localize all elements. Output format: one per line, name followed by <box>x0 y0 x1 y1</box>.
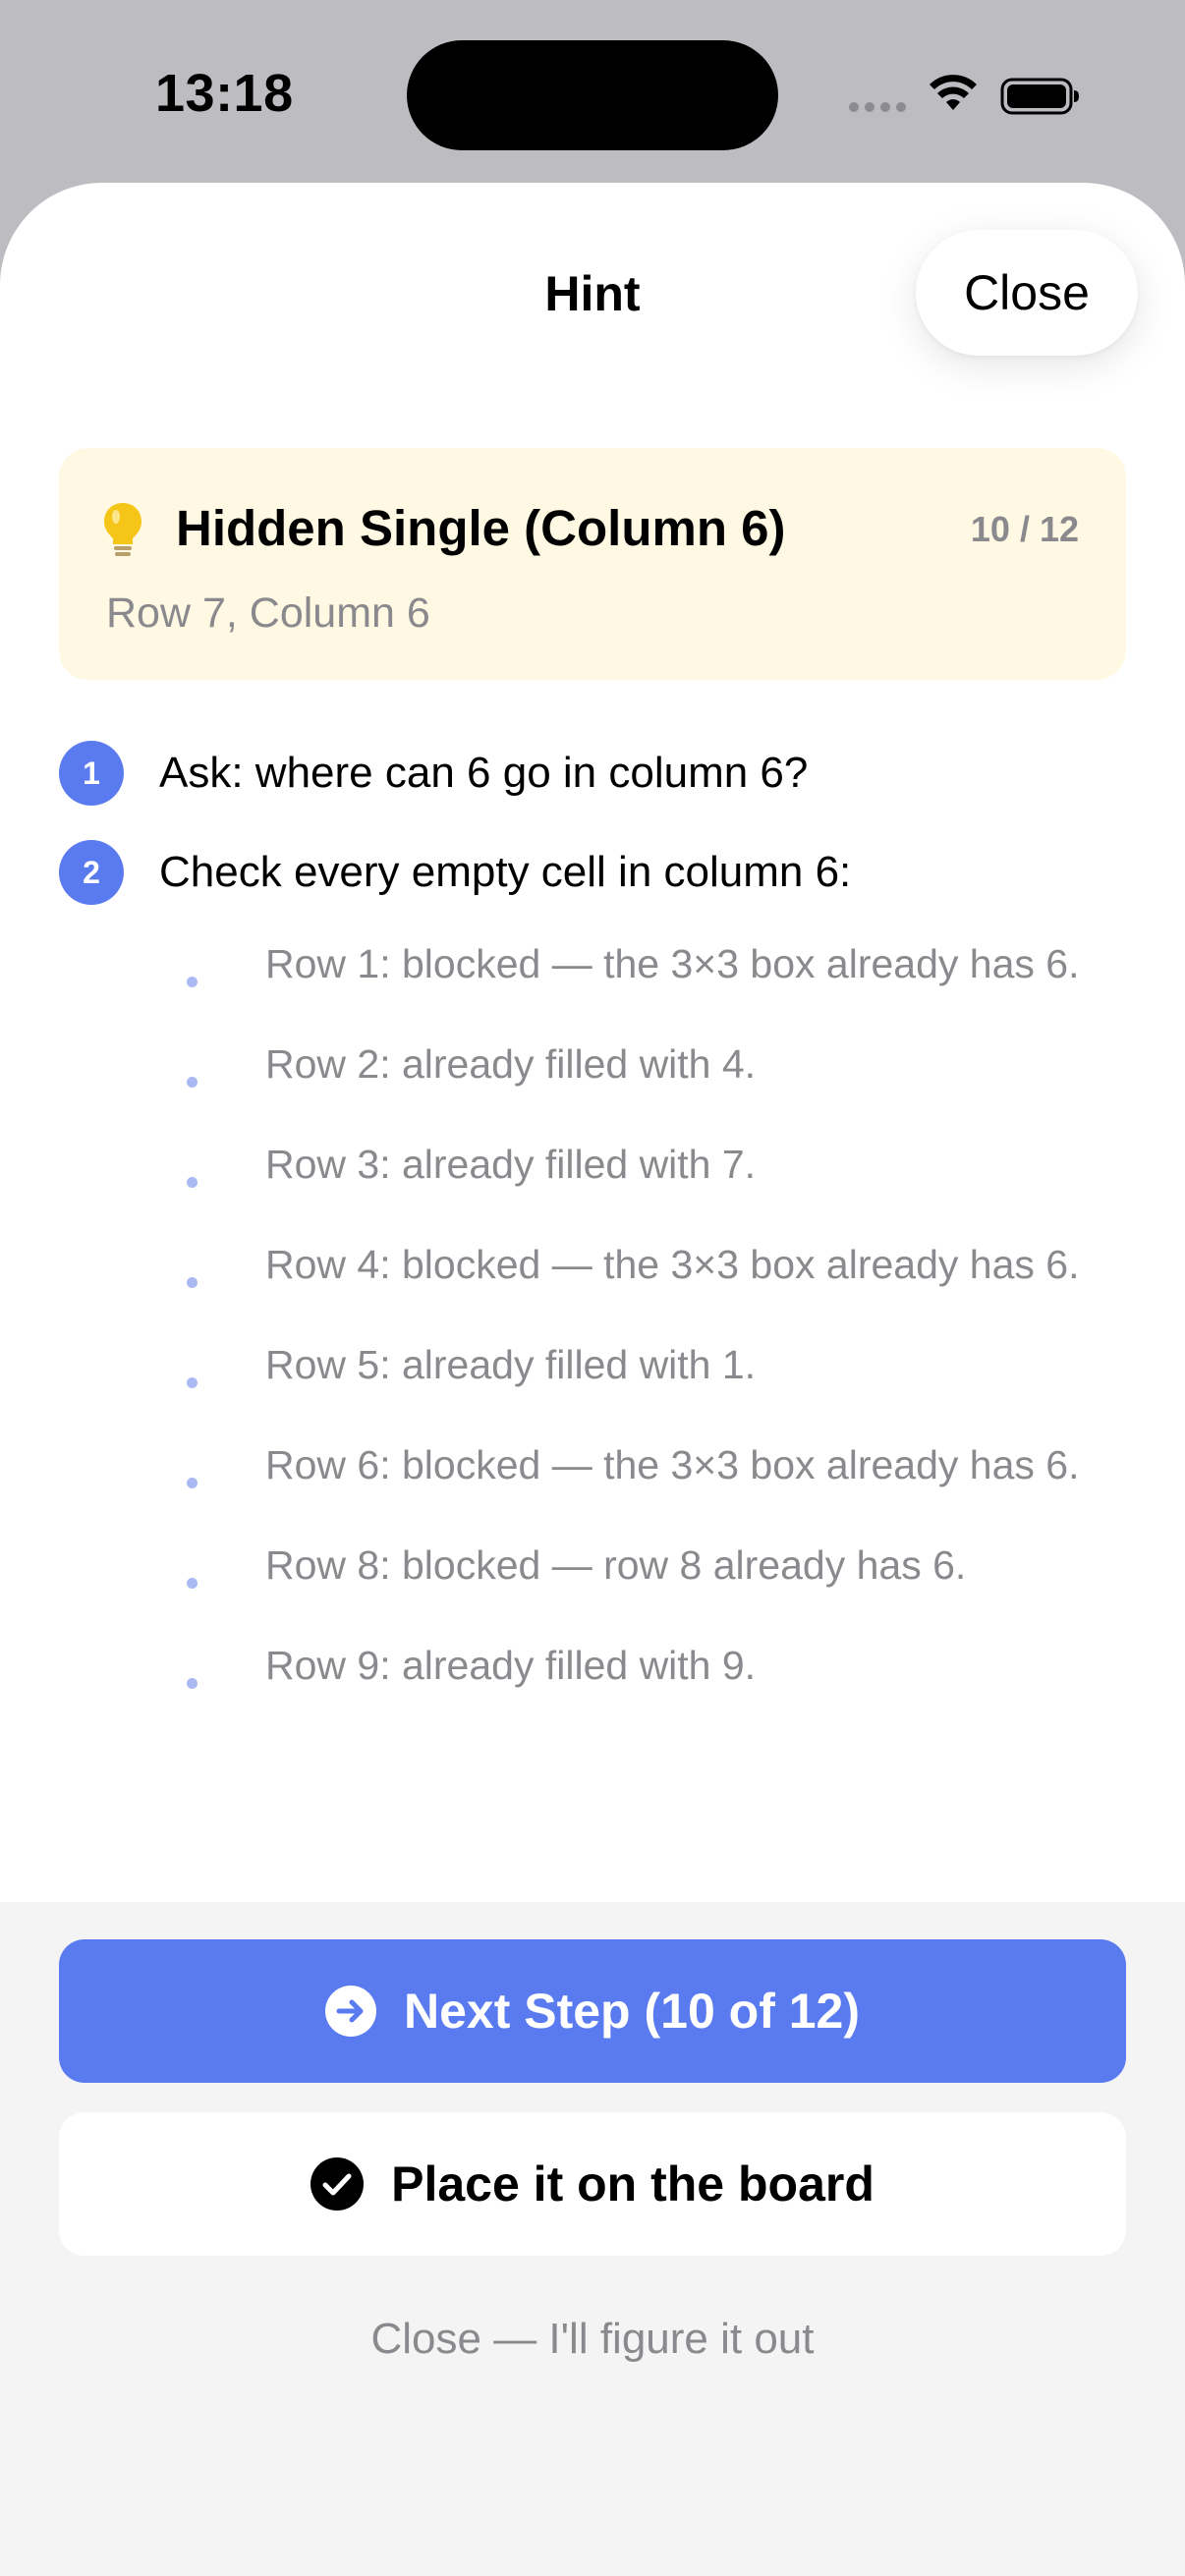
bullet-icon <box>187 1077 198 1088</box>
hint-card: Hidden Single (Column 6) 10 / 12 Row 7, … <box>59 448 1126 680</box>
hint-technique-title: Hidden Single (Column 6) <box>176 500 786 556</box>
close-button[interactable]: Close <box>916 230 1138 356</box>
bullet-icon <box>187 1277 198 1288</box>
sub-item: Row 1: blocked — the 3×3 box already has… <box>187 941 1130 1000</box>
sub-item-text: Row 8: blocked — row 8 already has 6. <box>265 1542 967 1588</box>
status-time: 13:18 <box>155 64 294 123</box>
sub-item: Row 6: blocked — the 3×3 box already has… <box>187 1442 1130 1501</box>
sub-item-text: Row 2: already filled with 4. <box>265 1041 757 1087</box>
bullet-icon <box>187 1377 198 1388</box>
wifi-icon <box>930 75 977 110</box>
sub-item-text: Row 1: blocked — the 3×3 box already has… <box>265 941 1080 986</box>
lightbulb-icon <box>104 503 141 556</box>
hint-sheet: Hint Close Hidden Single (Column 6) 10 /… <box>0 183 1185 2576</box>
step-number-badge: 1 <box>59 741 124 806</box>
sub-item: Row 8: blocked — row 8 already has 6. <box>187 1542 1130 1601</box>
step-number-badge: 2 <box>59 840 124 905</box>
sub-item: Row 4: blocked — the 3×3 box already has… <box>187 1242 1130 1301</box>
cellular-signal-icon <box>849 102 906 112</box>
arrow-right-circle-icon <box>324 1986 376 2037</box>
dismiss-hint-link[interactable]: Close — I'll figure it out <box>0 2315 1185 2364</box>
step-text: Ask: where can 6 go in column 6? <box>159 749 809 797</box>
action-area: Next Step (10 of 12) Place it on the boa… <box>0 1902 1185 2576</box>
bullet-icon <box>187 1177 198 1188</box>
step-item: 1 Ask: where can 6 go in column 6? <box>59 739 808 808</box>
sub-item: Row 9: already filled with 9. <box>187 1643 1130 1702</box>
sub-item-text: Row 5: already filled with 1. <box>265 1342 757 1387</box>
sub-item-text: Row 9: already filled with 9. <box>265 1643 757 1688</box>
bullet-icon <box>187 1478 198 1488</box>
next-step-button[interactable]: Next Step (10 of 12) <box>59 1939 1126 2083</box>
step-text: Check every empty cell in column 6: <box>159 848 852 896</box>
place-on-board-label: Place it on the board <box>391 2156 875 2212</box>
dynamic-island <box>407 40 778 150</box>
bullet-icon <box>187 1578 198 1589</box>
next-step-label: Next Step (10 of 12) <box>403 1984 860 2039</box>
step-item: 2 Check every empty cell in column 6: <box>59 838 851 907</box>
battery-icon <box>1000 78 1079 115</box>
bullet-icon <box>187 977 198 987</box>
checkmark-circle-icon <box>310 2157 365 2211</box>
hint-cell-location: Row 7, Column 6 <box>106 589 430 637</box>
sub-item: Row 5: already filled with 1. <box>187 1342 1130 1401</box>
status-bar: 13:18 <box>0 0 1185 187</box>
sub-item-text: Row 3: already filled with 7. <box>265 1142 757 1187</box>
hint-step-counter: 10 / 12 <box>970 509 1079 549</box>
place-on-board-button[interactable]: Place it on the board <box>59 2112 1126 2256</box>
sub-item: Row 2: already filled with 4. <box>187 1041 1130 1100</box>
sub-item-text: Row 6: blocked — the 3×3 box already has… <box>265 1442 1080 1487</box>
bullet-icon <box>187 1678 198 1689</box>
sub-item-text: Row 4: blocked — the 3×3 box already has… <box>265 1242 1080 1287</box>
sub-item: Row 3: already filled with 7. <box>187 1142 1130 1201</box>
